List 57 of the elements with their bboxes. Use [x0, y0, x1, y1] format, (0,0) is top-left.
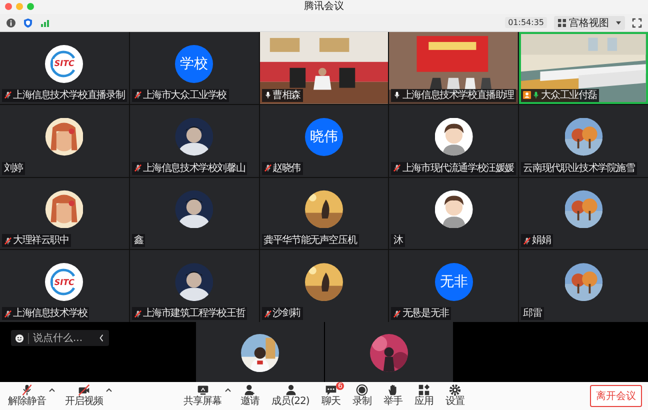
participant-name: 娟娟 [521, 234, 553, 248]
caret-icon [616, 20, 621, 24]
participant-name: 龚平华节能无声空压机 [262, 234, 359, 248]
meeting-timer: 01:54:35 [505, 17, 547, 28]
invite-button[interactable]: 邀请 [238, 384, 262, 408]
crossed-camera-icon [78, 384, 90, 396]
close-button[interactable] [5, 3, 12, 10]
apps-icon [418, 384, 430, 396]
participant-name: 赵晓伟 [262, 162, 302, 174]
avatar: 无非 [434, 263, 473, 302]
shield-icon[interactable] [23, 18, 33, 28]
avatar: 学校 [175, 44, 214, 83]
add-person-icon [244, 384, 256, 396]
participant-name: 上海市建筑工程学校王哲 [132, 307, 248, 320]
participant-name: 上海信息技术学校 [2, 307, 90, 320]
view-menu[interactable]: 宫格视图 [554, 16, 625, 30]
hand-icon [386, 384, 399, 396]
participant-name: 邱雷 [521, 307, 544, 320]
caret-icon[interactable] [106, 388, 112, 392]
person-icon [284, 384, 296, 396]
caret-icon[interactable] [49, 388, 55, 392]
logo-text: SITC [53, 278, 76, 287]
emoji-icon[interactable] [15, 334, 24, 342]
record-button[interactable]: 录制 [350, 384, 374, 408]
participant-name: 大理祥云职中 [2, 234, 71, 248]
participant-name: 上海市现代流通学校汪媛媛 [391, 162, 516, 174]
caret-icon[interactable] [224, 388, 231, 392]
participant-name: 曹相森 [262, 88, 302, 102]
participant-name: 刘婷 [2, 162, 25, 174]
settings-button[interactable]: 设置 [443, 384, 466, 408]
participant-name: 上海信息技术学校直播录制 [2, 88, 127, 102]
participant-name: 上海信息技术学校直播助理 [391, 88, 516, 102]
hand-button[interactable]: 举手 [381, 384, 404, 408]
leave-meeting-button[interactable]: 离开会议 [590, 385, 642, 407]
participant-name: 沐 [391, 234, 405, 248]
chat-input[interactable]: 说点什么... [11, 330, 109, 346]
window-title: 腾讯会议 [304, 0, 344, 14]
participant-name: 上海市大众工业学校 [132, 88, 228, 102]
mic-off-button[interactable]: 解除静音 [6, 384, 48, 408]
members-button[interactable]: 成员(22) [270, 384, 312, 408]
participant-name: 云南现代职业技术学院施雪 [521, 162, 637, 174]
logo-text: SITC [53, 59, 76, 68]
info-icon[interactable] [6, 18, 16, 28]
participant-name: 上海信息技术学校刘馨山 [132, 162, 248, 174]
participant-name: 鑫 [132, 234, 146, 248]
share-button[interactable]: 共享屏幕 [182, 384, 224, 408]
participant-name: 大众工业付磊 [521, 88, 599, 102]
fullscreen-icon[interactable] [632, 18, 642, 28]
muted-mic-icon [21, 384, 33, 396]
camera-off-button[interactable]: 开启视频 [63, 384, 105, 408]
collapse-icon[interactable] [99, 334, 104, 342]
avatar: 晓伟 [304, 118, 343, 156]
participant-name: 无悬是无非 [391, 307, 451, 320]
grid-icon [558, 18, 566, 26]
participant-name: 沙剑莉 [262, 307, 302, 320]
apps-button[interactable]: 应用 [412, 384, 436, 408]
record-icon [356, 384, 368, 396]
